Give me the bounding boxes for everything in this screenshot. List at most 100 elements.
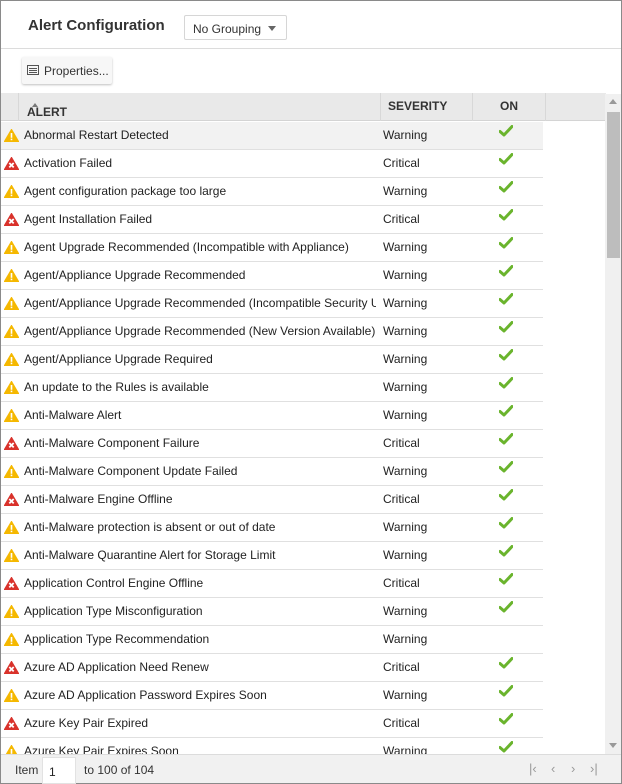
critical-icon bbox=[4, 717, 19, 730]
critical-icon bbox=[4, 213, 19, 226]
table-row[interactable]: Anti-Malware Component Update Failed Warn… bbox=[1, 458, 543, 486]
warning-icon bbox=[4, 605, 19, 618]
check-icon bbox=[499, 601, 513, 613]
alert-severity: Warning bbox=[383, 548, 428, 562]
check-icon bbox=[499, 265, 513, 277]
alert-severity: Critical bbox=[383, 660, 420, 674]
check-icon bbox=[499, 713, 513, 725]
table-row[interactable]: Agent/Appliance Upgrade Recommended (New… bbox=[1, 318, 543, 346]
check-icon bbox=[499, 125, 513, 137]
table-row[interactable]: Agent/Appliance Upgrade Recommended Warni… bbox=[1, 262, 543, 290]
range-text: to 100 of 104 bbox=[84, 763, 155, 777]
grouping-selected: No Grouping bbox=[193, 22, 262, 36]
alert-name: Agent Installation Failed bbox=[24, 212, 153, 226]
table-row[interactable]: Anti-Malware Alert Warning bbox=[1, 402, 543, 430]
table-row[interactable]: Agent configuration package too large War… bbox=[1, 178, 543, 206]
warning-icon bbox=[4, 381, 19, 394]
check-icon bbox=[499, 377, 513, 389]
table-row[interactable]: Anti-Malware protection is absent or out… bbox=[1, 514, 543, 542]
alert-severity: Warning bbox=[383, 296, 428, 310]
warning-icon bbox=[4, 129, 19, 142]
alert-severity: Critical bbox=[383, 212, 420, 226]
table-row[interactable]: Agent Upgrade Recommended (Incompatible … bbox=[1, 234, 543, 262]
grouping-dropdown[interactable]: No Grouping bbox=[184, 15, 287, 40]
vertical-scrollbar[interactable] bbox=[605, 94, 621, 754]
alert-name: Agent/Appliance Upgrade Recommended (Inc… bbox=[24, 296, 376, 310]
table-row[interactable]: Agent Installation Failed Critical bbox=[1, 206, 543, 234]
table-row[interactable]: Azure AD Application Need Renew Critical bbox=[1, 654, 543, 682]
table-row[interactable]: Azure Key Pair Expired Critical bbox=[1, 710, 543, 738]
warning-icon bbox=[4, 241, 19, 254]
table-row[interactable]: Application Type Recommendation Warning bbox=[1, 626, 543, 654]
check-icon bbox=[499, 153, 513, 165]
alert-severity: Warning bbox=[383, 380, 428, 394]
check-icon bbox=[499, 461, 513, 473]
alert-severity: Warning bbox=[383, 408, 428, 422]
alert-name: Abnormal Restart Detected bbox=[24, 128, 169, 142]
column-alert-label: ALERT bbox=[27, 105, 67, 119]
table-row[interactable]: Azure Key Pair Expires Soon Warning bbox=[1, 738, 543, 754]
alert-severity: Warning bbox=[383, 464, 428, 478]
check-icon bbox=[499, 573, 513, 585]
critical-icon bbox=[4, 157, 19, 170]
warning-icon bbox=[4, 325, 19, 338]
prev-page-icon[interactable]: ‹ bbox=[551, 761, 555, 776]
next-page-icon[interactable]: › bbox=[571, 761, 575, 776]
table-row[interactable]: Anti-Malware Engine Offline Critical bbox=[1, 486, 543, 514]
table-row[interactable]: Agent/Appliance Upgrade Required Warning bbox=[1, 346, 543, 374]
properties-label: Properties... bbox=[44, 64, 109, 78]
alert-name: Agent configuration package too large bbox=[24, 184, 227, 198]
warning-icon bbox=[4, 353, 19, 366]
column-header-alert[interactable]: ALERT bbox=[18, 93, 380, 121]
alert-severity: Critical bbox=[383, 576, 420, 590]
alert-severity: Warning bbox=[383, 520, 428, 534]
column-header-severity[interactable]: SEVERITY bbox=[380, 93, 472, 121]
table-row[interactable]: Anti-Malware Quarantine Alert for Storag… bbox=[1, 542, 543, 570]
column-on-label: ON bbox=[500, 99, 518, 113]
first-page-icon[interactable]: |‹ bbox=[529, 761, 537, 776]
properties-button[interactable]: Properties... bbox=[22, 57, 112, 84]
table-row[interactable]: Azure AD Application Password Expires So… bbox=[1, 682, 543, 710]
table-row[interactable]: Application Type Misconfiguration Warning bbox=[1, 598, 543, 626]
warning-icon bbox=[4, 633, 19, 646]
alert-name: Application Type Recommendation bbox=[24, 632, 210, 646]
alert-name: Anti-Malware Component Update Failed bbox=[24, 464, 238, 478]
table-row[interactable]: Agent/Appliance Upgrade Recommended (Inc… bbox=[1, 290, 543, 318]
check-icon bbox=[499, 741, 513, 753]
scroll-down-icon[interactable] bbox=[609, 743, 617, 748]
last-page-icon[interactable]: ›| bbox=[590, 761, 598, 776]
table-row[interactable]: Anti-Malware Component Failure Critical bbox=[1, 430, 543, 458]
alert-name: An update to the Rules is available bbox=[24, 380, 209, 394]
alert-name: Anti-Malware Quarantine Alert for Storag… bbox=[24, 548, 276, 562]
table-row[interactable]: Activation Failed Critical bbox=[1, 150, 543, 178]
alert-name: Anti-Malware protection is absent or out… bbox=[24, 520, 276, 534]
scroll-up-icon[interactable] bbox=[609, 99, 617, 104]
warning-icon bbox=[4, 269, 19, 282]
check-icon bbox=[499, 517, 513, 529]
check-icon bbox=[499, 433, 513, 445]
alert-name: Azure Key Pair Expires Soon bbox=[24, 744, 179, 754]
page-title: Alert Configuration bbox=[28, 17, 165, 34]
alert-name: Anti-Malware Component Failure bbox=[24, 436, 200, 450]
check-icon bbox=[499, 685, 513, 697]
alert-configuration-window: Alert Configuration No Grouping Properti… bbox=[0, 0, 622, 784]
alert-severity: Warning bbox=[383, 632, 428, 646]
warning-icon bbox=[4, 549, 19, 562]
alert-severity: Critical bbox=[383, 492, 420, 506]
table-row[interactable]: Abnormal Restart Detected Warning bbox=[1, 122, 543, 150]
check-icon bbox=[499, 181, 513, 193]
alert-name: Anti-Malware Engine Offline bbox=[24, 492, 173, 506]
alert-name: Azure AD Application Password Expires So… bbox=[24, 688, 267, 702]
alert-severity: Warning bbox=[383, 268, 428, 282]
page-item-input[interactable]: 1 bbox=[42, 757, 76, 784]
alert-severity: Warning bbox=[383, 128, 428, 142]
warning-icon bbox=[4, 185, 19, 198]
column-header-on[interactable]: ON bbox=[472, 93, 545, 121]
table-row[interactable]: Application Control Engine Offline Critic… bbox=[1, 570, 543, 598]
scrollbar-thumb[interactable] bbox=[607, 112, 620, 258]
header: Alert Configuration No Grouping bbox=[1, 1, 621, 49]
alerts-grid: ALERT SEVERITY ON Abnormal Restart Detec… bbox=[1, 93, 606, 754]
table-row[interactable]: An update to the Rules is available Warni… bbox=[1, 374, 543, 402]
critical-icon bbox=[4, 437, 19, 450]
check-icon bbox=[499, 545, 513, 557]
